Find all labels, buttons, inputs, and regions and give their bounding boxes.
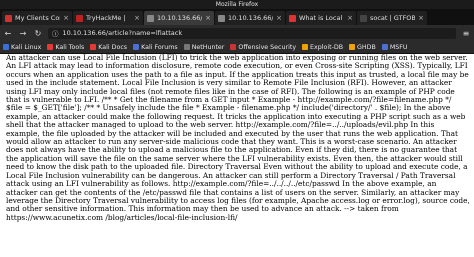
back-icon[interactable]: ← (3, 29, 13, 38)
close-icon[interactable]: × (418, 11, 424, 25)
bookmark-label: NetHunter (191, 43, 225, 51)
bookmark-label: Kali Tools (55, 43, 85, 51)
tab-favicon-icon (5, 14, 12, 22)
bookmark-icon (349, 44, 356, 50)
bookmark-item[interactable]: Kali Linux (3, 44, 41, 51)
bookmark-item[interactable]: Kali Docs (90, 44, 127, 51)
bookmark-item[interactable]: NetHunter (183, 43, 225, 51)
bookmark-icon (230, 44, 237, 50)
window-title: Mozilla Firefox (215, 1, 259, 8)
bookmark-item[interactable]: MSFU (381, 43, 408, 51)
bookmark-icon (183, 44, 190, 50)
page-info-icon[interactable]: ⓘ (52, 28, 59, 38)
tab-favicon-icon (147, 14, 154, 22)
tab-favicon-icon (218, 14, 225, 22)
close-icon[interactable]: × (63, 11, 69, 25)
navigation-toolbar: ← → ↻ ⓘ 10.10.136.66/article?name=lfiatt… (0, 25, 474, 41)
close-icon[interactable]: × (205, 11, 211, 25)
bookmark-label: Exploit-DB (310, 43, 344, 51)
bookmark-item[interactable]: Exploit-DB (302, 44, 343, 51)
tab-label: 10.10.136.66/artic (157, 14, 203, 22)
tab-favicon-icon (76, 14, 83, 22)
tab-favicon-icon (360, 14, 367, 22)
bookmark-icon (47, 44, 54, 50)
bookmark-label: MSFU (389, 43, 408, 51)
bookmark-item[interactable]: Kali Forums (133, 44, 178, 51)
close-icon[interactable]: × (134, 11, 140, 25)
reload-icon[interactable]: ↻ (33, 29, 43, 38)
tab-label: TryHackMe | (86, 14, 126, 22)
bookmark-item[interactable]: Kali Tools (47, 44, 84, 51)
tab[interactable]: 10.10.136.66/artic× (215, 11, 285, 25)
tab-label: What is Local Fil (299, 14, 344, 22)
bookmark-label: Offensive Security (238, 43, 297, 51)
tab[interactable]: socat | GTFOBins× (357, 11, 427, 25)
bookmark-item[interactable]: Offensive Security (230, 44, 296, 51)
bookmark-icon (90, 44, 97, 50)
url-bar[interactable]: ⓘ 10.10.136.66/article?name=lfiattack (48, 27, 456, 39)
menu-icon[interactable]: ≡ (461, 29, 471, 38)
bookmark-label: Kali Forums (141, 43, 178, 51)
tab-label: My Clients Cont (15, 14, 60, 22)
tab[interactable]: My Clients Cont× (2, 11, 72, 25)
bookmark-label: Kali Linux (11, 43, 42, 51)
article-text: An attacker can use Local File Inclusion… (6, 53, 470, 222)
bookmark-icon (133, 44, 140, 50)
bookmark-label: Kali Docs (98, 43, 128, 51)
window-titlebar: Mozilla Firefox (0, 0, 474, 9)
bookmark-icon (381, 44, 388, 50)
bookmark-icon (3, 44, 9, 50)
tab[interactable]: What is Local Fil× (286, 11, 356, 25)
forward-icon[interactable]: → (18, 29, 28, 38)
bookmark-icon (302, 44, 309, 50)
tab-favicon-icon (289, 14, 296, 22)
bookmark-item[interactable]: GHDB (349, 44, 376, 51)
tab-active[interactable]: 10.10.136.66/artic× (144, 11, 214, 25)
bookmark-label: GHDB (357, 43, 376, 51)
tab-label: socat | GTFOBins (370, 14, 416, 22)
tab-bar: My Clients Cont× TryHackMe |× 10.10.136.… (0, 9, 474, 25)
close-icon[interactable]: × (347, 11, 353, 25)
close-icon[interactable]: × (276, 11, 282, 25)
url-text: 10.10.136.66/article?name=lfiattack (62, 29, 183, 37)
page-content: An attacker can use Local File Inclusion… (6, 53, 470, 222)
tab[interactable]: TryHackMe | × (73, 11, 143, 25)
tab-label: 10.10.136.66/artic (228, 14, 274, 22)
